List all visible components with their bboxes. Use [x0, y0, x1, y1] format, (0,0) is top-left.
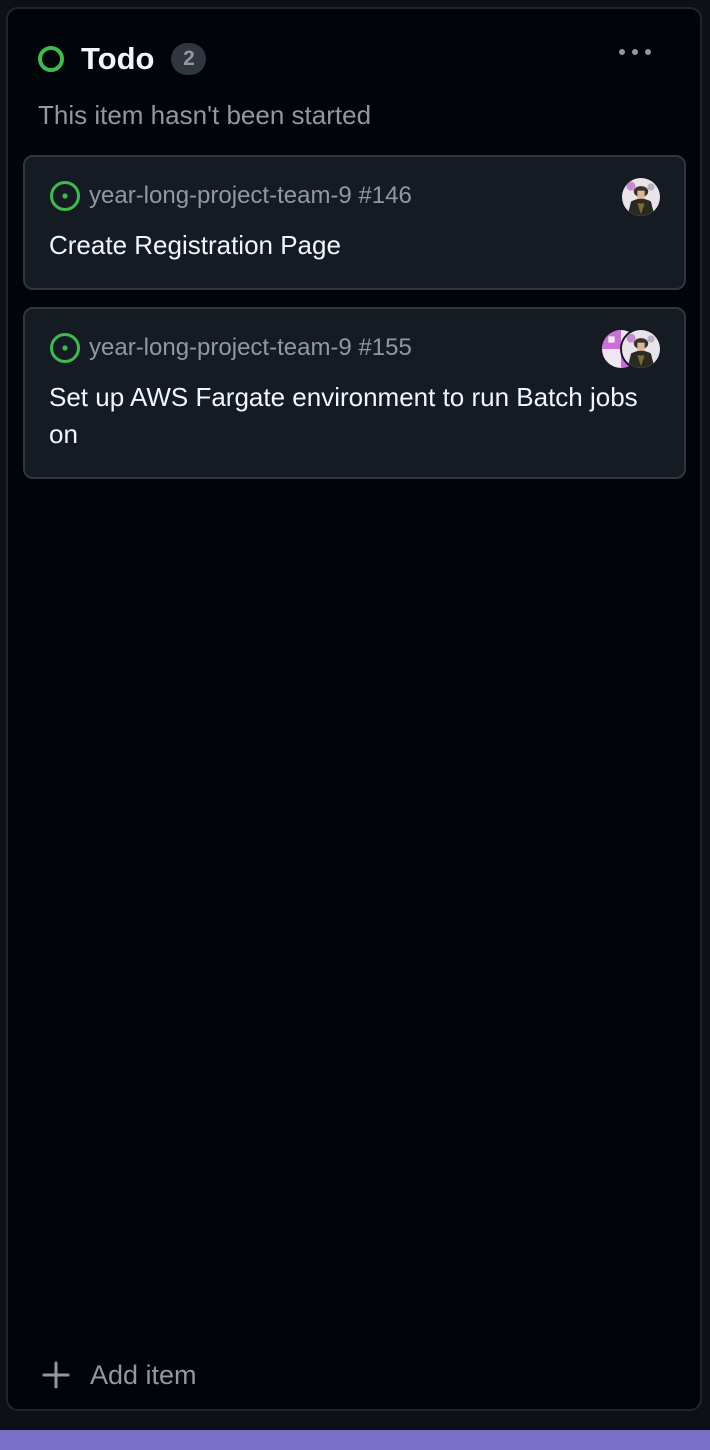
bottom-accent-bar [0, 1430, 710, 1450]
card-repo-reference[interactable]: year-long-project-team-9 #155 [89, 331, 412, 365]
avatar[interactable] [620, 328, 662, 370]
card-title[interactable]: Set up AWS Fargate environment to run Ba… [49, 379, 649, 453]
kebab-horizontal-icon [619, 49, 625, 55]
issue-opened-icon [50, 181, 80, 211]
assignee-avatars [620, 176, 662, 218]
issue-opened-icon [50, 333, 80, 363]
plus-icon [42, 1361, 70, 1389]
card-repo-reference[interactable]: year-long-project-team-9 #146 [89, 179, 412, 213]
issue-card[interactable]: year-long-project-team-9 #155 Set up AWS… [23, 307, 686, 479]
status-circle-icon [38, 46, 64, 72]
add-item-button[interactable]: Add item [38, 1353, 197, 1397]
column-title: Todo [81, 41, 155, 76]
column-header: Todo 2 [38, 39, 207, 79]
issue-card[interactable]: year-long-project-team-9 #146 Create Reg… [23, 155, 686, 290]
item-count-badge: 2 [171, 43, 207, 75]
add-item-label: Add item [90, 1360, 197, 1390]
card-meta: year-long-project-team-9 #155 [49, 331, 412, 365]
avatar[interactable] [620, 176, 662, 218]
project-board-page: Todo 2 This item hasn't been started yea… [0, 0, 710, 1450]
board-column-todo: Todo 2 This item hasn't been started yea… [6, 7, 702, 1411]
card-title[interactable]: Create Registration Page [49, 227, 649, 264]
column-description: This item hasn't been started [38, 100, 372, 130]
column-menu-button[interactable] [612, 39, 658, 65]
assignee-avatars [600, 328, 662, 370]
card-meta: year-long-project-team-9 #146 [49, 179, 412, 213]
